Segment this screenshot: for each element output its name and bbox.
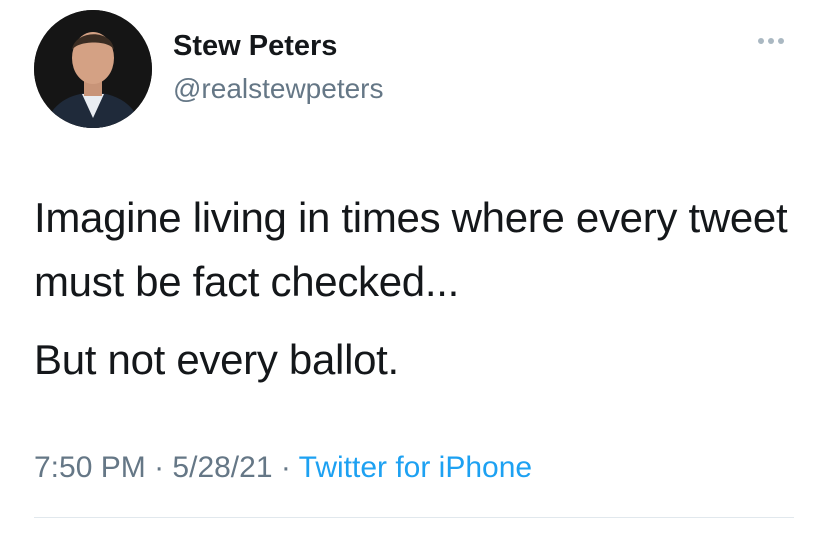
dot [758,38,764,44]
dot [778,38,784,44]
dot [768,38,774,44]
tweet-text-line: But not every ballot. [34,336,399,383]
meta-separator: · [154,451,165,484]
more-horizontal-icon[interactable] [758,34,792,48]
divider [34,517,794,518]
tweet-time[interactable]: 7:50 PM [34,451,146,484]
tweet-text-line: Imagine living in times where every twee… [34,194,788,305]
tweet-source-link[interactable]: Twitter for iPhone [299,451,532,484]
user-handle[interactable]: @realstewpeters [173,72,384,106]
tweet-meta: 7:50 PM · 5/28/21 · Twitter for iPhone [34,448,532,488]
tweet-date[interactable]: 5/28/21 [172,451,272,484]
meta-separator: · [280,451,291,484]
avatar[interactable] [34,10,152,128]
tweet-text: Imagine living in times where every twee… [34,186,804,392]
display-name[interactable]: Stew Peters [173,28,337,64]
